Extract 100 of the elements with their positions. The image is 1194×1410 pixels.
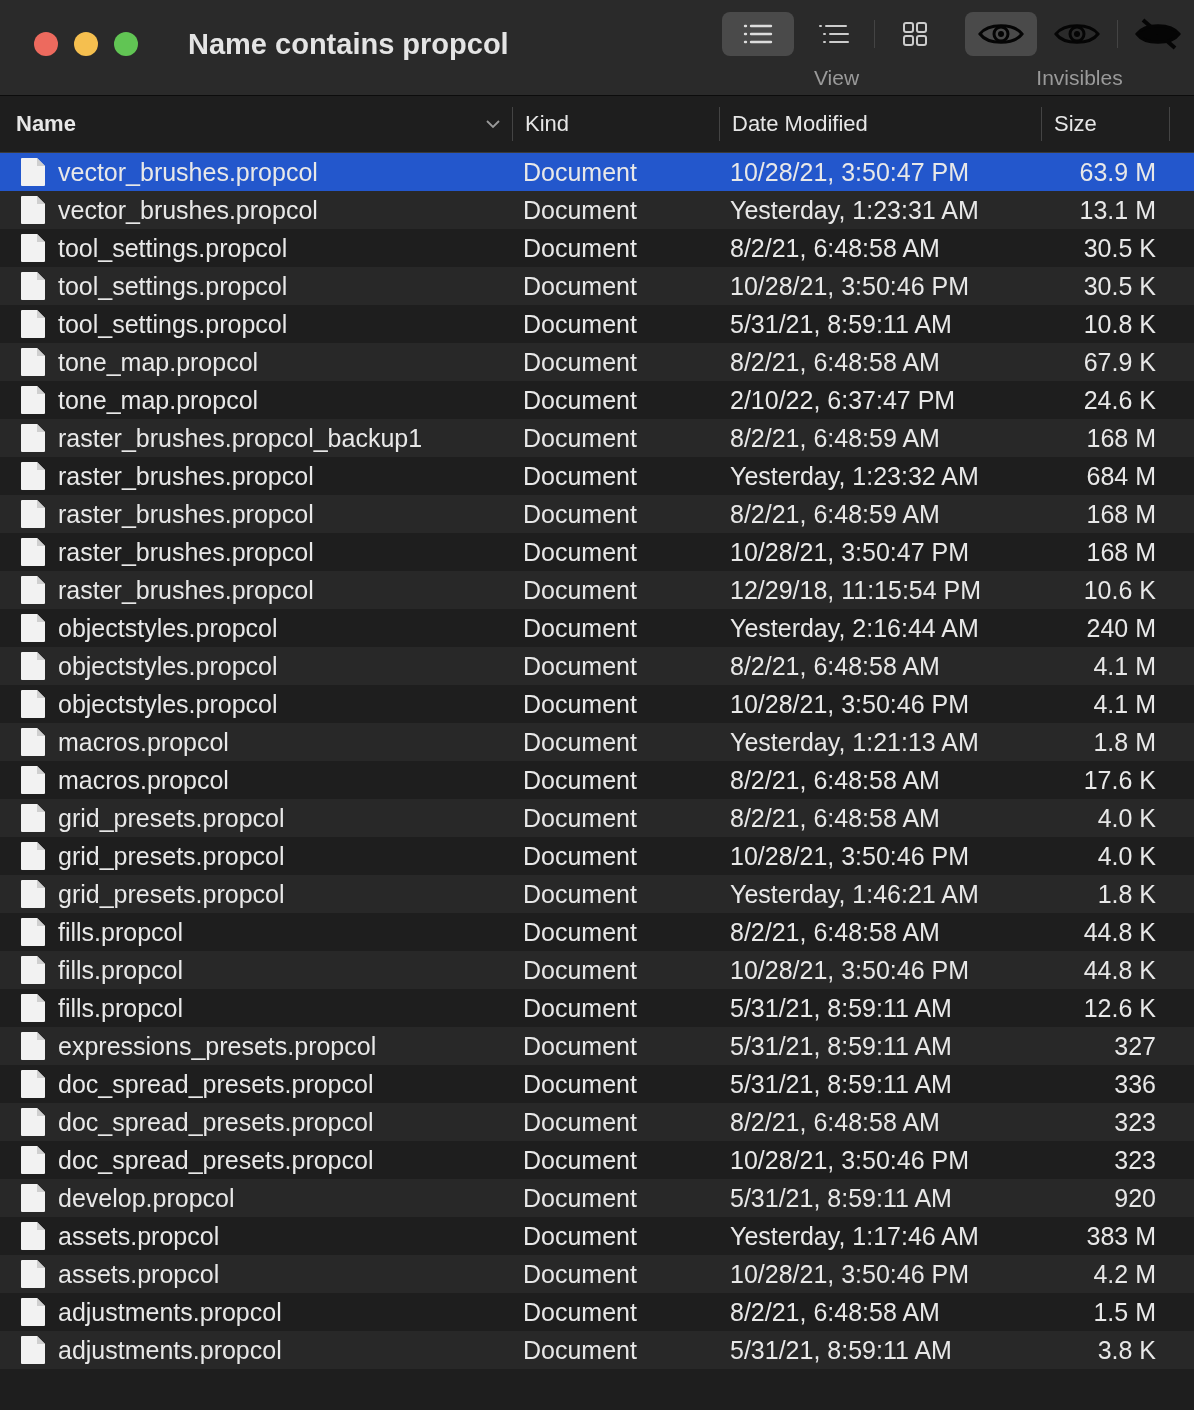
file-row[interactable]: macros.propcol Document Yesterday, 1:21:13 AM 1.8 M <box>0 723 1194 761</box>
document-icon <box>20 1145 46 1175</box>
file-kind: Document <box>522 841 638 871</box>
file-row[interactable]: raster_brushes.propcol_backup1 Document 8/2/21, 6:48:59 AM 168 M <box>0 419 1194 457</box>
file-size: 4.1 M <box>1092 689 1157 719</box>
column-header[interactable]: Kind <box>513 107 720 141</box>
file-row[interactable]: tool_settings.propcol Document 10/28/21, 3:50:46 PM 30.5 K <box>0 267 1194 305</box>
invisibles-label: Invisibles <box>1036 66 1123 90</box>
file-size: 44.8 K <box>1082 955 1157 985</box>
file-date: 8/2/21, 6:48:58 AM <box>729 803 941 833</box>
view-label: View <box>813 66 860 90</box>
file-row[interactable]: raster_brushes.propcol Document 12/29/18, 11:15:54 PM 10.6 K <box>0 571 1194 609</box>
file-size: 63.9 M <box>1078 157 1157 187</box>
file-name: fills.propcol <box>58 955 184 985</box>
file-size: 44.8 K <box>1082 917 1157 947</box>
file-row[interactable]: grid_presets.propcol Document 8/2/21, 6:48:58 AM 4.0 K <box>0 799 1194 837</box>
document-icon <box>20 347 46 377</box>
file-name: doc_spread_presets.propcol <box>58 1069 374 1099</box>
document-icon <box>20 993 46 1023</box>
close-button[interactable] <box>34 32 58 56</box>
file-size: 3.8 K <box>1096 1335 1157 1365</box>
file-name: vector_brushes.propcol <box>58 157 318 187</box>
file-row[interactable]: fills.propcol Document 10/28/21, 3:50:46 PM 44.8 K <box>0 951 1194 989</box>
zoom-button[interactable] <box>114 32 138 56</box>
file-date: 8/2/21, 6:48:58 AM <box>729 1297 941 1327</box>
document-icon <box>20 157 46 187</box>
outline-list-icon <box>818 23 850 45</box>
document-icon <box>20 803 46 833</box>
file-name: tool_settings.propcol <box>58 309 288 339</box>
file-name: tool_settings.propcol <box>58 271 288 301</box>
file-row[interactable]: assets.propcol Document 10/28/21, 3:50:46 PM 4.2 M <box>0 1255 1194 1293</box>
file-name: objectstyles.propcol <box>58 613 278 643</box>
file-size: 684 M <box>1085 461 1157 491</box>
file-date: 5/31/21, 8:59:11 AM <box>729 1031 953 1061</box>
file-size: 17.6 K <box>1082 765 1157 795</box>
file-kind: Document <box>522 879 638 909</box>
file-name: fills.propcol <box>58 993 184 1023</box>
file-name: assets.propcol <box>58 1259 220 1289</box>
document-icon <box>20 689 46 719</box>
file-size: 240 M <box>1085 613 1157 643</box>
list-view-button[interactable] <box>722 12 794 56</box>
file-kind: Document <box>522 1145 638 1175</box>
file-name: fills.propcol <box>58 917 184 947</box>
file-row[interactable]: grid_presets.propcol Document Yesterday, 1:46:21 AM 1.8 K <box>0 875 1194 913</box>
file-row[interactable]: vector_brushes.propcol Document 10/28/21, 3:50:47 PM 63.9 M <box>0 153 1194 191</box>
file-row[interactable]: vector_brushes.propcol Document Yesterday, 1:23:31 AM 13.1 M <box>0 191 1194 229</box>
file-name: raster_brushes.propcol <box>58 537 314 567</box>
file-kind: Document <box>522 423 638 453</box>
file-row[interactable]: objectstyles.propcol Document 8/2/21, 6:48:58 AM 4.1 M <box>0 647 1194 685</box>
document-icon <box>20 461 46 491</box>
file-kind: Document <box>522 1183 638 1213</box>
file-kind: Document <box>522 385 638 415</box>
file-date: 5/31/21, 8:59:11 AM <box>729 1335 953 1365</box>
file-size: 4.0 K <box>1096 803 1157 833</box>
file-size: 920 <box>1113 1183 1157 1213</box>
file-name: macros.propcol <box>58 727 229 757</box>
file-date: 10/28/21, 3:50:47 PM <box>729 537 971 567</box>
document-icon <box>20 499 46 529</box>
file-date: 10/28/21, 3:50:46 PM <box>729 1145 971 1175</box>
file-date: 8/2/21, 6:48:59 AM <box>729 423 941 453</box>
file-kind: Document <box>522 1031 638 1061</box>
minimize-button[interactable] <box>74 32 98 56</box>
file-size: 67.9 K <box>1082 347 1157 377</box>
column-header[interactable]: Size <box>1042 107 1170 141</box>
column-header[interactable]: Name <box>0 107 513 141</box>
document-icon <box>20 575 46 605</box>
column-header[interactable]: Date Modified <box>720 107 1042 141</box>
document-icon <box>20 195 46 225</box>
file-kind: Document <box>522 1069 638 1099</box>
file-row[interactable]: expressions_presets.propcol Document 5/31/21, 8:59:11 AM 327 <box>0 1027 1194 1065</box>
file-row[interactable]: raster_brushes.propcol Document 8/2/21, 6:48:59 AM 168 M <box>0 495 1194 533</box>
file-kind: Document <box>522 271 638 301</box>
document-icon <box>20 1297 46 1327</box>
file-row[interactable]: adjustments.propcol Document 5/31/21, 8:59:11 AM 3.8 K <box>0 1331 1194 1369</box>
file-size: 4.2 M <box>1092 1259 1157 1289</box>
file-date: 8/2/21, 6:48:58 AM <box>729 233 941 263</box>
file-kind: Document <box>522 195 638 225</box>
file-kind: Document <box>522 651 638 681</box>
document-icon <box>20 613 46 643</box>
file-date: 5/31/21, 8:59:11 AM <box>729 309 953 339</box>
file-size: 1.8 K <box>1096 879 1157 909</box>
file-size: 30.5 K <box>1082 233 1157 263</box>
file-date: Yesterday, 1:17:46 AM <box>729 1221 980 1251</box>
file-row[interactable]: develop.propcol Document 5/31/21, 8:59:11 AM 920 <box>0 1179 1194 1217</box>
document-icon <box>20 1031 46 1061</box>
document-icon <box>20 233 46 263</box>
document-icon <box>20 765 46 795</box>
file-kind: Document <box>522 1335 638 1365</box>
document-icon <box>20 841 46 871</box>
file-row[interactable]: doc_spread_presets.propcol Document 8/2/21, 6:48:58 AM 323 <box>0 1103 1194 1141</box>
file-kind: Document <box>522 1221 638 1251</box>
document-icon <box>20 385 46 415</box>
file-row[interactable]: tone_map.propcol Document 8/2/21, 6:48:58 AM 67.9 K <box>0 343 1194 381</box>
file-size: 24.6 K <box>1082 385 1157 415</box>
file-kind: Document <box>522 1297 638 1327</box>
document-icon <box>20 1335 46 1365</box>
file-kind: Document <box>522 727 638 757</box>
file-size: 168 M <box>1085 423 1157 453</box>
file-date: 12/29/18, 11:15:54 PM <box>729 575 983 605</box>
file-date: 8/2/21, 6:48:58 AM <box>729 765 941 795</box>
